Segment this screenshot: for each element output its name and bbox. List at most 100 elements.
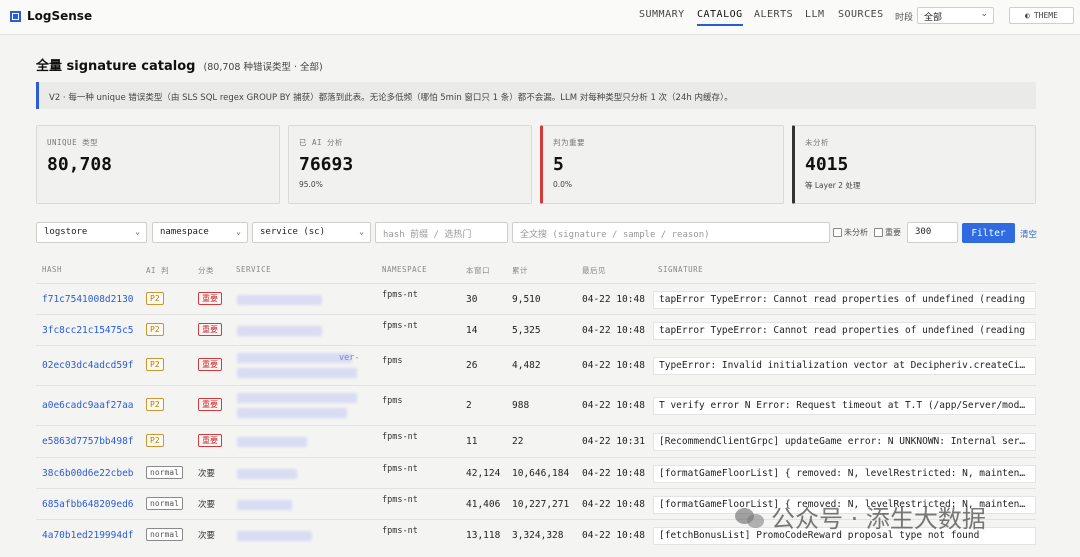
service-redacted <box>237 326 322 336</box>
nav-llm[interactable]: LLM <box>805 9 825 20</box>
signature-cell[interactable]: tapError TypeError: Cannot read properti… <box>653 322 1036 340</box>
ai-badge: normal <box>146 497 183 510</box>
checkbox-box[interactable] <box>833 228 842 237</box>
service-select[interactable]: service (sc) ⌄ <box>252 222 371 243</box>
filter-button[interactable]: Filter <box>962 223 1015 243</box>
col-signature[interactable]: SIGNATURE <box>658 265 703 274</box>
service-redacted <box>237 500 292 510</box>
logstore-select[interactable]: logstore ⌄ <box>36 222 147 243</box>
class-label: 重要 <box>198 292 222 305</box>
theme-label: THEME <box>1033 11 1058 20</box>
ai-badge: normal <box>146 466 183 479</box>
last-seen: 04-22 10:48 <box>582 499 645 510</box>
table-row[interactable]: 02ec03dc4adcd59f P2 重要 fpms 26 4,482 04-22 10:… <box>36 345 1036 385</box>
window-count: 41,406 <box>466 499 501 510</box>
hash-link[interactable]: 02ec03dc4adcd59f <box>42 360 134 371</box>
last-seen: 04-22 10:48 <box>582 530 645 541</box>
total-count: 4,482 <box>512 360 541 371</box>
logo-icon <box>10 10 21 22</box>
nav-alerts[interactable]: ALERTS <box>754 9 793 20</box>
col-service[interactable]: SERVICE <box>236 265 271 274</box>
table-row[interactable]: a0e6cadc9aaf27aa P2 重要 fpms 2 988 04-22 10:48 T… <box>36 385 1036 425</box>
nav-catalog[interactable]: CATALOG <box>697 9 743 26</box>
ai-judgement: normal <box>146 497 183 510</box>
period-label: 时段 <box>895 13 914 23</box>
theme-button[interactable]: ◐ THEME <box>1009 7 1074 24</box>
total-count: 10,227,271 <box>512 499 570 510</box>
class-badge: 次要 <box>198 529 215 541</box>
service-redacted <box>237 437 307 447</box>
class-label: 重要 <box>198 434 222 447</box>
stat-sub: 等 Layer 2 处理 <box>805 181 861 190</box>
col-ai[interactable]: AI 判 <box>146 265 169 276</box>
table-row[interactable]: e5863d7757bb498f P2 重要 fpms-nt 11 22 04-22 10:… <box>36 425 1036 457</box>
col-window[interactable]: 本窗口 <box>466 265 490 276</box>
logstore-value: logstore <box>44 227 88 237</box>
stat-label: 已 AI 分析 <box>299 138 344 147</box>
window-count: 11 <box>466 436 478 447</box>
signature-cell[interactable]: T verify error N Error: Request timeout … <box>653 397 1036 415</box>
ai-judgement: P2 <box>146 323 164 336</box>
limit-input[interactable]: 300 <box>907 222 958 243</box>
notice-banner: V2 · 每一种 unique 错误类型（由 SLS SQL regex GRO… <box>36 82 1036 109</box>
table-row[interactable]: 3fc8cc21c15475c5 P2 重要 fpms-nt 14 5,325 04-22 … <box>36 314 1036 345</box>
nav-sources[interactable]: SOURCES <box>838 9 884 20</box>
class-badge: 重要 <box>198 292 222 305</box>
service-redacted <box>237 353 352 363</box>
watermark: 公众号 · 添生大数据 <box>735 499 986 534</box>
namespace-select[interactable]: namespace ⌄ <box>152 222 248 243</box>
last-seen: 04-22 10:48 <box>582 400 645 411</box>
brand[interactable]: LogSense <box>10 9 92 23</box>
ai-badge: P2 <box>146 398 164 411</box>
last-seen: 04-22 10:48 <box>582 468 645 479</box>
hash-link[interactable]: 3fc8cc21c15475c5 <box>42 325 134 336</box>
hash-link[interactable]: 38c6b00d6e22cbeb <box>42 468 134 479</box>
ai-judgement: P2 <box>146 358 164 371</box>
app-name: LogSense <box>27 9 93 23</box>
signature-cell[interactable]: tapError TypeError: Cannot read properti… <box>653 291 1036 309</box>
hash-link[interactable]: 685afbb648209ed6 <box>42 499 134 510</box>
theme-icon: ◐ <box>1025 11 1030 20</box>
chevron-down-icon: ⌄ <box>359 227 364 236</box>
hash-input[interactable]: hash 前缀 / 选热门 <box>375 222 508 243</box>
col-hash[interactable]: HASH <box>42 265 62 274</box>
nav-summary[interactable]: SUMMARY <box>639 9 685 20</box>
service-redacted <box>237 531 312 541</box>
signature-cell[interactable]: [RecommendClientGrpc] updateGame error: … <box>653 433 1036 451</box>
hash-link[interactable]: e5863d7757bb498f <box>42 436 134 447</box>
signature-cell[interactable]: TypeError: Invalid initialization vector… <box>653 357 1036 375</box>
class-label: 重要 <box>198 398 222 411</box>
hash-link[interactable]: a0e6cadc9aaf27aa <box>42 400 134 411</box>
page-title: 全量 signature catalog (80,708 种错误类型 · 全部) <box>36 55 323 74</box>
clear-link[interactable]: 清空 <box>1020 228 1037 240</box>
total-count: 9,510 <box>512 294 541 305</box>
important-checkbox[interactable]: 重要 <box>874 227 901 238</box>
fulltext-search-input[interactable]: 全文搜 (signature / sample / reason) <box>512 222 830 243</box>
col-total[interactable]: 累计 <box>512 265 528 276</box>
stat-card-analyzed: 已 AI 分析 76693 95.0% <box>288 125 532 204</box>
hash-link[interactable]: f71c7541008d2130 <box>42 294 134 305</box>
stat-label: UNIQUE 类型 <box>47 138 99 147</box>
last-seen: 04-22 10:48 <box>582 294 645 305</box>
stat-label: 未分析 <box>805 138 829 147</box>
class-label: 次要 <box>198 500 216 510</box>
hash-link[interactable]: 4a70b1ed219994df <box>42 530 134 541</box>
total-count: 5,325 <box>512 325 541 336</box>
checkbox-label: 未分析 <box>844 228 868 237</box>
period-value: 全部 <box>924 13 943 23</box>
chevron-down-icon: ⌄ <box>135 227 140 236</box>
col-last-seen[interactable]: 最后见 <box>582 265 606 276</box>
col-namespace[interactable]: NAMESPACE <box>382 265 427 274</box>
namespace-cell: fpms-nt <box>382 290 418 300</box>
ai-judgement: P2 <box>146 292 164 305</box>
signature-cell[interactable]: [formatGameFloorList] { removed: N, leve… <box>653 465 1036 483</box>
table-row[interactable]: 38c6b00d6e22cbeb normal 次要 fpms-nt 42,124 10,… <box>36 457 1036 488</box>
checkbox-box[interactable] <box>874 228 883 237</box>
table-row[interactable]: f71c7541008d2130 P2 重要 fpms-nt 30 9,510 04-22 … <box>36 283 1036 314</box>
unanalyzed-checkbox[interactable]: 未分析 <box>833 227 868 238</box>
class-badge: 重要 <box>198 434 222 447</box>
col-class[interactable]: 分类 <box>198 265 214 276</box>
window-count: 2 <box>466 400 472 411</box>
period-select[interactable]: 全部 ⌄ <box>917 7 994 24</box>
window-count: 13,118 <box>466 530 501 541</box>
